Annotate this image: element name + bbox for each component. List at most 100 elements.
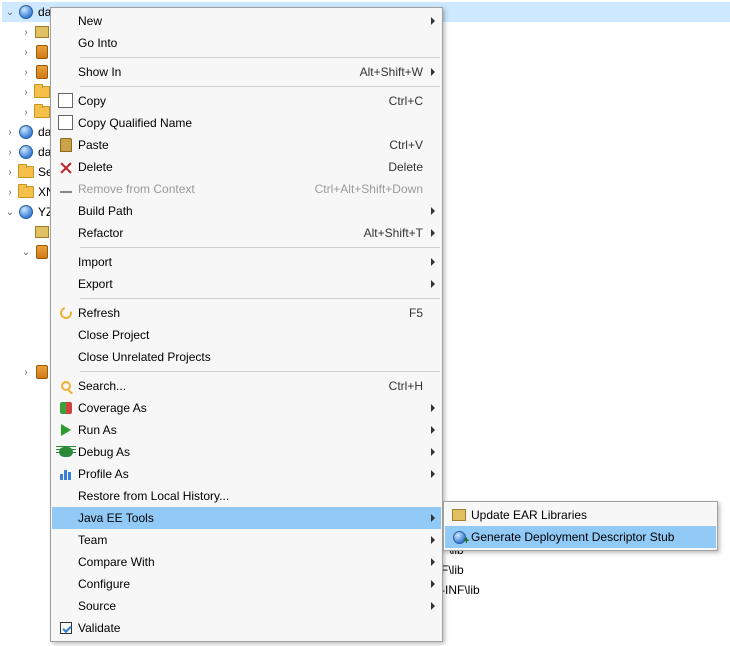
globe-icon — [18, 4, 34, 20]
menu-item-label: Delete — [78, 160, 376, 174]
menu-item-run-as[interactable]: Run As — [52, 419, 441, 441]
submenu-arrow-icon — [431, 280, 435, 288]
menu-item-label: Generate Deployment Descriptor Stub — [471, 530, 698, 544]
java-ee-tools-submenu[interactable]: Update EAR Libraries Generate Deployment … — [443, 501, 718, 551]
menu-item-remove-from-context: Remove from ContextCtrl+Alt+Shift+Down — [52, 178, 441, 200]
search-icon — [54, 375, 78, 397]
debug-icon — [54, 441, 78, 463]
pkg-icon — [34, 24, 50, 40]
globe-icon — [18, 204, 34, 220]
menu-icon-spacer — [54, 573, 78, 595]
menu-item-coverage-as[interactable]: Coverage As — [52, 397, 441, 419]
menu-item-label: Run As — [78, 423, 423, 437]
delete-icon — [54, 156, 78, 178]
twisty-closed-icon[interactable]: › — [20, 66, 32, 78]
check-icon — [54, 617, 78, 639]
twisty-open-icon[interactable]: ⌄ — [20, 246, 32, 258]
menu-item-configure[interactable]: Configure — [52, 573, 441, 595]
submenu-item-update-ear-libraries[interactable]: Update EAR Libraries — [445, 504, 716, 526]
menu-item-java-ee-tools[interactable]: Java EE Tools — [52, 507, 441, 529]
menu-item-restore-from-local-history[interactable]: Restore from Local History... — [52, 485, 441, 507]
twisty-open-icon[interactable]: ⌄ — [4, 6, 16, 18]
submenu-arrow-icon — [431, 470, 435, 478]
menu-icon-spacer — [54, 32, 78, 54]
folder-icon — [18, 164, 34, 180]
twisty-closed-icon[interactable]: › — [4, 146, 16, 158]
menu-icon-spacer — [54, 200, 78, 222]
menu-item-accelerator: Ctrl+H — [377, 379, 423, 393]
twisty-closed-icon[interactable]: › — [4, 166, 16, 178]
folder-icon — [34, 104, 50, 120]
twisty-none — [36, 326, 48, 338]
menu-item-accelerator: Delete — [376, 160, 423, 174]
menu-item-validate[interactable]: Validate — [52, 617, 441, 639]
twisty-closed-icon[interactable]: › — [4, 126, 16, 138]
menu-item-debug-as[interactable]: Debug As — [52, 441, 441, 463]
menu-item-show-in[interactable]: Show InAlt+Shift+W — [52, 61, 441, 83]
gen-icon — [447, 526, 471, 548]
menu-icon-spacer — [54, 222, 78, 244]
twisty-closed-icon[interactable]: › — [20, 86, 32, 98]
jar-icon — [34, 364, 50, 380]
menu-item-search[interactable]: Search...Ctrl+H — [52, 375, 441, 397]
menu-icon-spacer — [54, 10, 78, 32]
menu-item-compare-with[interactable]: Compare With — [52, 551, 441, 573]
menu-item-import[interactable]: Import — [52, 251, 441, 273]
menu-item-label: Refresh — [78, 306, 397, 320]
menu-item-paste[interactable]: PasteCtrl+V — [52, 134, 441, 156]
menu-separator — [80, 298, 440, 299]
menu-item-close-project[interactable]: Close Project — [52, 324, 441, 346]
menu-item-copy[interactable]: CopyCtrl+C — [52, 90, 441, 112]
twisty-closed-icon[interactable]: › — [4, 186, 16, 198]
submenu-arrow-icon — [431, 258, 435, 266]
menu-item-label: Paste — [78, 138, 377, 152]
menu-item-export[interactable]: Export — [52, 273, 441, 295]
twisty-closed-icon[interactable]: › — [20, 366, 32, 378]
twisty-none — [36, 306, 48, 318]
menu-item-label: Validate — [78, 621, 423, 635]
twisty-open-icon[interactable]: ⌄ — [4, 206, 16, 218]
paste-icon — [54, 134, 78, 156]
menu-item-label: Show In — [78, 65, 348, 79]
context-menu[interactable]: New Go Into Show InAlt+Shift+W CopyCtrl+C Co… — [50, 7, 443, 642]
menu-item-copy-qualified-name[interactable]: Copy Qualified Name — [52, 112, 441, 134]
menu-separator — [80, 247, 440, 248]
menu-icon-spacer — [54, 485, 78, 507]
menu-item-go-into[interactable]: Go Into — [52, 32, 441, 54]
menu-item-build-path[interactable]: Build Path — [52, 200, 441, 222]
twisty-closed-icon[interactable]: › — [20, 106, 32, 118]
menu-item-team[interactable]: Team — [52, 529, 441, 551]
menu-separator — [80, 57, 440, 58]
menu-icon-spacer — [54, 251, 78, 273]
menu-item-close-unrelated-projects[interactable]: Close Unrelated Projects — [52, 346, 441, 368]
twisty-closed-icon[interactable]: › — [20, 26, 32, 38]
jar-icon — [34, 64, 50, 80]
menu-item-refresh[interactable]: RefreshF5 — [52, 302, 441, 324]
menu-item-label: Copy Qualified Name — [78, 116, 423, 130]
menu-item-label: Go Into — [78, 36, 423, 50]
menu-item-label: Close Project — [78, 328, 423, 342]
menu-item-label: Profile As — [78, 467, 423, 481]
menu-item-refactor[interactable]: RefactorAlt+Shift+T — [52, 222, 441, 244]
menu-item-accelerator: Ctrl+V — [377, 138, 423, 152]
menu-item-accelerator: Ctrl+C — [377, 94, 423, 108]
menu-icon-spacer — [54, 529, 78, 551]
menu-icon-spacer — [54, 551, 78, 573]
twisty-closed-icon[interactable]: › — [20, 46, 32, 58]
menu-item-new[interactable]: New — [52, 10, 441, 32]
menu-separator — [80, 371, 440, 372]
menu-item-label: Team — [78, 533, 423, 547]
menu-item-label: Configure — [78, 577, 423, 591]
twisty-none — [20, 226, 32, 238]
menu-icon-spacer — [54, 324, 78, 346]
menu-item-source[interactable]: Source — [52, 595, 441, 617]
menu-item-profile-as[interactable]: Profile As — [52, 463, 441, 485]
menu-item-label: Export — [78, 277, 423, 291]
menu-item-delete[interactable]: DeleteDelete — [52, 156, 441, 178]
submenu-item-generate-deployment-descriptor-stub[interactable]: Generate Deployment Descriptor Stub — [445, 526, 716, 548]
menu-item-accelerator: F5 — [397, 306, 423, 320]
twisty-none — [36, 286, 48, 298]
menu-item-label: Update EAR Libraries — [471, 508, 698, 522]
menu-item-label: Debug As — [78, 445, 423, 459]
menu-item-label: Java EE Tools — [78, 511, 423, 525]
